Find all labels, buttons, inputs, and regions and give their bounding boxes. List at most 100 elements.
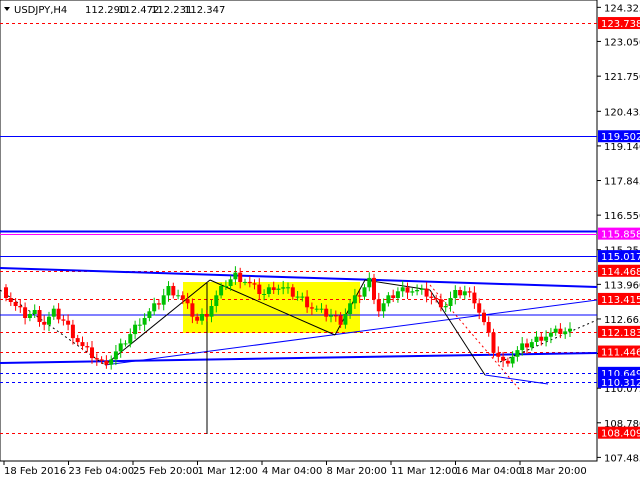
candle-body [563, 331, 568, 335]
candle-body [8, 298, 13, 302]
level-tag-label-7: 111.446 [601, 348, 640, 359]
candle-body [424, 288, 429, 297]
candle-body [462, 291, 467, 296]
candle-body [515, 350, 520, 357]
candle-body [381, 303, 386, 312]
y-tick-label-6: 116.550 [604, 211, 640, 222]
candle-body [520, 343, 525, 351]
y-tick-label-5: 117.845 [604, 177, 640, 188]
candle-body [314, 308, 319, 310]
candle-body [166, 286, 171, 296]
candle-body [200, 314, 204, 321]
candle-body [372, 277, 376, 300]
candle-body [329, 315, 333, 317]
y-tick-label-9: 112.665 [604, 315, 640, 326]
candle-body [252, 283, 257, 285]
level-tag-label-6: 112.183 [601, 328, 640, 339]
candle-body [391, 295, 396, 298]
candle-body [529, 342, 534, 348]
level-tag-label-2: 115.858 [601, 230, 640, 241]
header-symbol: USDJPY,H4 [14, 5, 67, 16]
candle-body [104, 360, 109, 365]
candle-body [434, 298, 439, 300]
x-tick-label-8: 18 Mar 20:00 [520, 466, 587, 477]
candle-body [338, 315, 343, 325]
candle-body [548, 332, 553, 337]
candle-body [305, 296, 310, 308]
candle-body [458, 290, 463, 296]
header-close: 112.347 [184, 5, 225, 16]
candle-body [300, 296, 305, 298]
candle-body [75, 338, 80, 343]
candle-body [491, 332, 496, 353]
candle-body [32, 310, 37, 314]
candle-body [247, 281, 252, 284]
candle-body [156, 303, 161, 305]
level-tag-label-0: 123.738 [601, 19, 640, 30]
candle-body [386, 295, 391, 304]
candle-body [467, 291, 472, 293]
candle-body [286, 287, 290, 289]
candle-body [419, 288, 424, 290]
level-tag-label-10: 108.409 [601, 429, 640, 440]
candle-body [477, 303, 482, 313]
candle-body [410, 291, 415, 293]
candle-body [281, 287, 286, 289]
candle-body [357, 295, 362, 297]
candle-body [113, 351, 118, 360]
level-tag-label-1: 119.502 [601, 132, 640, 143]
candle-body [70, 324, 75, 339]
candle-body [443, 306, 448, 308]
candle-body [27, 314, 32, 318]
candle-body [362, 287, 367, 297]
candle-body [453, 290, 458, 298]
candle-body [295, 296, 300, 298]
x-tick-label-7: 16 Mar 04:00 [456, 466, 523, 477]
candle-body [333, 315, 338, 317]
candle-body [438, 299, 443, 308]
candle-body [4, 287, 8, 298]
candle-body [544, 336, 549, 341]
candle-body [223, 286, 228, 287]
candle-body [496, 352, 501, 357]
candle-body [319, 308, 324, 310]
candle-body [13, 302, 18, 306]
candle-body [90, 347, 94, 359]
candle-body [553, 328, 558, 333]
candle-body [85, 346, 90, 348]
y-tick-label-4: 119.140 [604, 142, 640, 153]
candle-body [510, 356, 515, 364]
x-tick-label-2: 25 Feb 20:00 [133, 466, 199, 477]
candle-body [233, 272, 238, 280]
candle-body [568, 328, 572, 332]
candle-body [400, 287, 405, 292]
level-tag-label-9: 110.312 [601, 378, 640, 389]
candle-body [415, 290, 420, 292]
candle-body [47, 316, 51, 325]
candle-body [190, 303, 195, 317]
candle-body [505, 360, 510, 364]
candle-body [66, 320, 71, 325]
candle-body [324, 308, 329, 317]
candle-body [195, 316, 200, 321]
candle-body [257, 284, 262, 294]
candle-body [501, 356, 506, 361]
candle-body [486, 322, 491, 333]
candle-body [142, 318, 147, 325]
candle-body [429, 296, 434, 298]
candle-body [18, 306, 23, 308]
candle-body [209, 306, 214, 317]
y-tick-label-8: 113.960 [604, 280, 640, 291]
candle-body [558, 328, 563, 334]
candle-body [309, 307, 314, 309]
chart-container: 124.325 123.050 121.750 120.435 119.140 117.8… [0, 0, 640, 480]
price-chart: 124.325 123.050 121.750 120.435 119.140 117.8… [0, 0, 640, 480]
candle-body [448, 298, 453, 306]
candle-body [171, 286, 176, 296]
candle-body [51, 308, 56, 317]
candle-body [238, 272, 243, 282]
candle-body [176, 295, 181, 297]
candle-body [152, 303, 157, 312]
candle-body [137, 324, 142, 326]
candle-body [367, 277, 372, 288]
